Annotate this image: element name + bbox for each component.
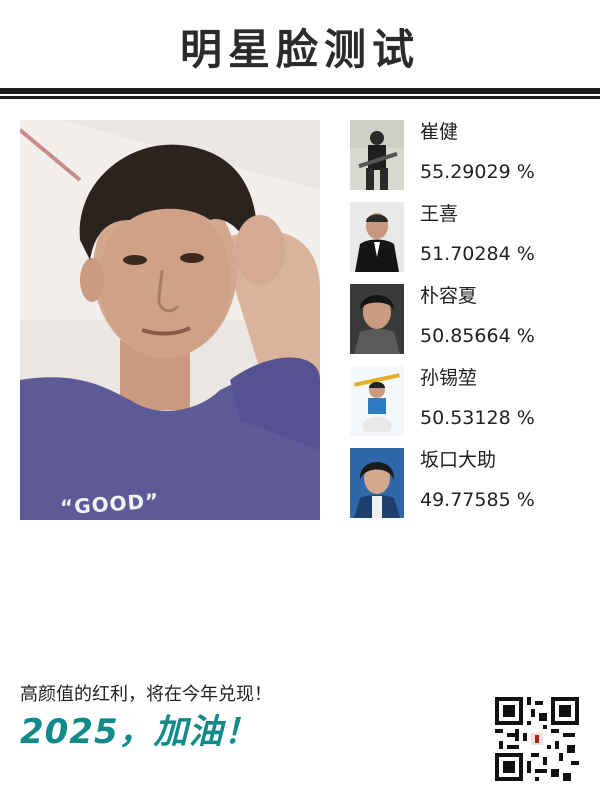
qr-code[interactable] [495, 697, 579, 781]
header-divider-thin [0, 96, 600, 99]
user-photo: “GOOD” [20, 120, 320, 520]
match-item: 孙锡堃 50.53128 % [350, 366, 580, 436]
header-divider-thick [0, 88, 600, 94]
match-avatar [350, 284, 404, 354]
page-title: 明星脸测试 [179, 25, 420, 74]
match-item: 王喜 51.70284 % [350, 202, 580, 272]
match-score: 50.85664 % [420, 325, 535, 347]
match-item: 坂口大助 49.77585 % [350, 448, 580, 518]
match-score: 55.29029 % [420, 161, 535, 183]
match-name: 坂口大助 [420, 449, 497, 471]
match-name: 孙锡堃 [420, 367, 478, 389]
match-avatar [350, 448, 404, 518]
slogan-text: 高颜值的红利，将在今年兑现！ [20, 684, 272, 705]
match-score: 49.77585 % [420, 489, 535, 511]
match-item: 朴容夏 50.85664 % [350, 284, 580, 354]
match-name: 王喜 [420, 203, 459, 225]
match-score: 50.53128 % [420, 407, 535, 429]
match-avatar [350, 120, 404, 190]
match-avatar [350, 202, 404, 272]
cheer-text: 2025，加油！ [20, 712, 259, 752]
match-name: 朴容夏 [420, 285, 478, 307]
match-item: 崔健 55.29029 % [350, 120, 580, 190]
match-avatar [350, 366, 404, 436]
match-score: 51.70284 % [420, 243, 535, 265]
match-name: 崔健 [420, 121, 459, 143]
